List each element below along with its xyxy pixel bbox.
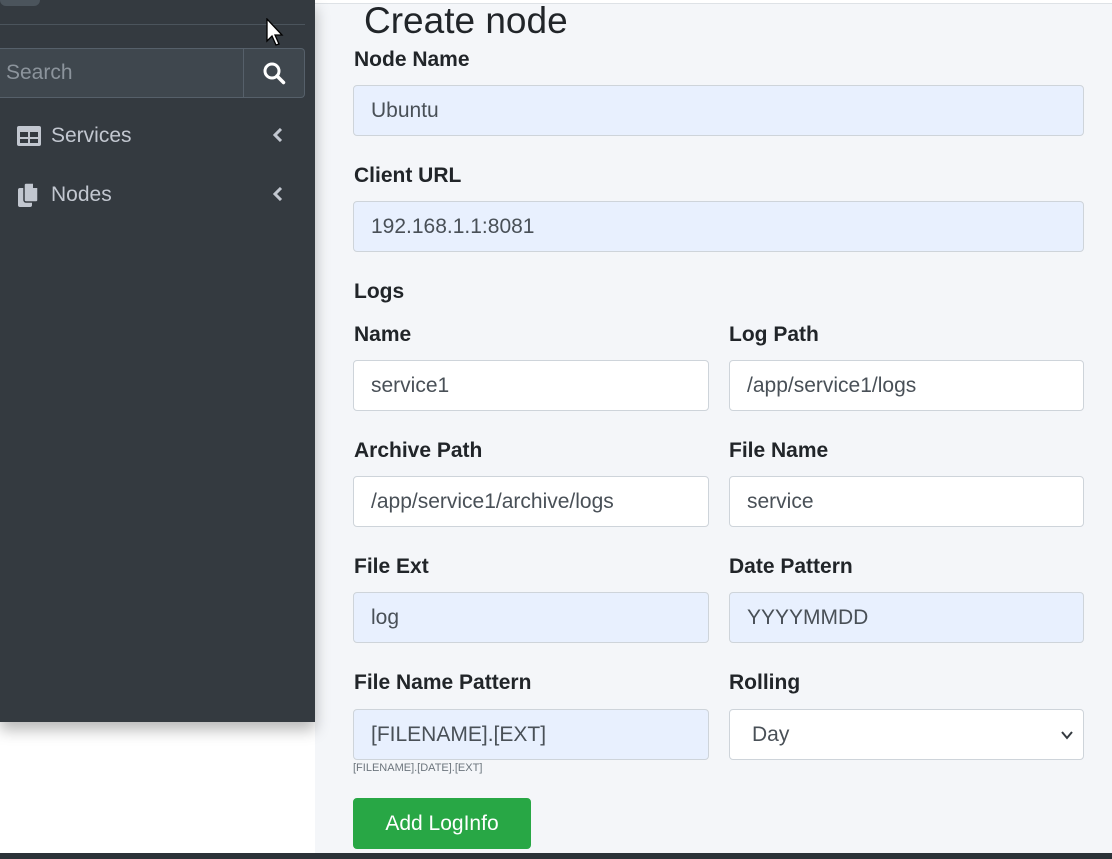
chevron-left-icon — [270, 126, 286, 144]
logs-heading: Logs — [354, 280, 405, 303]
search-input[interactable] — [0, 49, 243, 97]
search-icon — [263, 62, 286, 85]
sidebar-search — [0, 48, 305, 98]
sidebar-item-label: Nodes — [51, 183, 112, 206]
date-pattern-label: Date Pattern — [729, 555, 853, 578]
client-url-field[interactable] — [353, 201, 1084, 252]
sidebar: Services Nodes — [0, 0, 315, 722]
sidebar-item-services[interactable]: Services — [0, 113, 305, 159]
chevron-down-icon — [1061, 731, 1073, 740]
sidebar-brand-edge — [0, 0, 40, 6]
search-button[interactable] — [243, 49, 304, 97]
sidebar-divider — [0, 24, 305, 25]
file-name-field[interactable] — [729, 476, 1084, 527]
rolling-select[interactable]: Day — [729, 709, 1084, 760]
file-name-pattern-hint: [FILENAME].[DATE].[EXT] — [353, 762, 483, 774]
node-name-field[interactable] — [353, 85, 1084, 136]
sidebar-item-nodes[interactable]: Nodes — [0, 172, 305, 218]
page-title: Create node — [364, 0, 568, 41]
chevron-left-icon — [270, 185, 286, 203]
rolling-label: Rolling — [729, 671, 801, 694]
node-name-label: Node Name — [354, 48, 470, 71]
file-name-pattern-field[interactable] — [353, 709, 709, 760]
client-url-label: Client URL — [354, 164, 462, 187]
file-name-pattern-label: File Name Pattern — [354, 671, 532, 694]
log-path-label: Log Path — [729, 323, 819, 346]
file-ext-field[interactable] — [353, 592, 709, 643]
file-ext-label: File Ext — [354, 555, 429, 578]
archive-path-label: Archive Path — [354, 439, 483, 462]
sidebar-item-label: Services — [51, 124, 132, 147]
file-name-label: File Name — [729, 439, 829, 462]
window-bottom-edge — [0, 853, 1112, 859]
mouse-pointer-icon — [266, 18, 284, 46]
table-icon — [16, 123, 42, 149]
rolling-selected-value: Day — [752, 722, 790, 746]
date-pattern-field[interactable] — [729, 592, 1084, 643]
archive-path-field[interactable] — [353, 476, 709, 527]
copy-icon — [16, 182, 42, 208]
add-loginfo-button[interactable]: Add LogInfo — [353, 798, 531, 849]
name-label: Name — [354, 323, 412, 346]
log-path-field[interactable] — [729, 360, 1084, 411]
log-name-field[interactable] — [353, 360, 709, 411]
